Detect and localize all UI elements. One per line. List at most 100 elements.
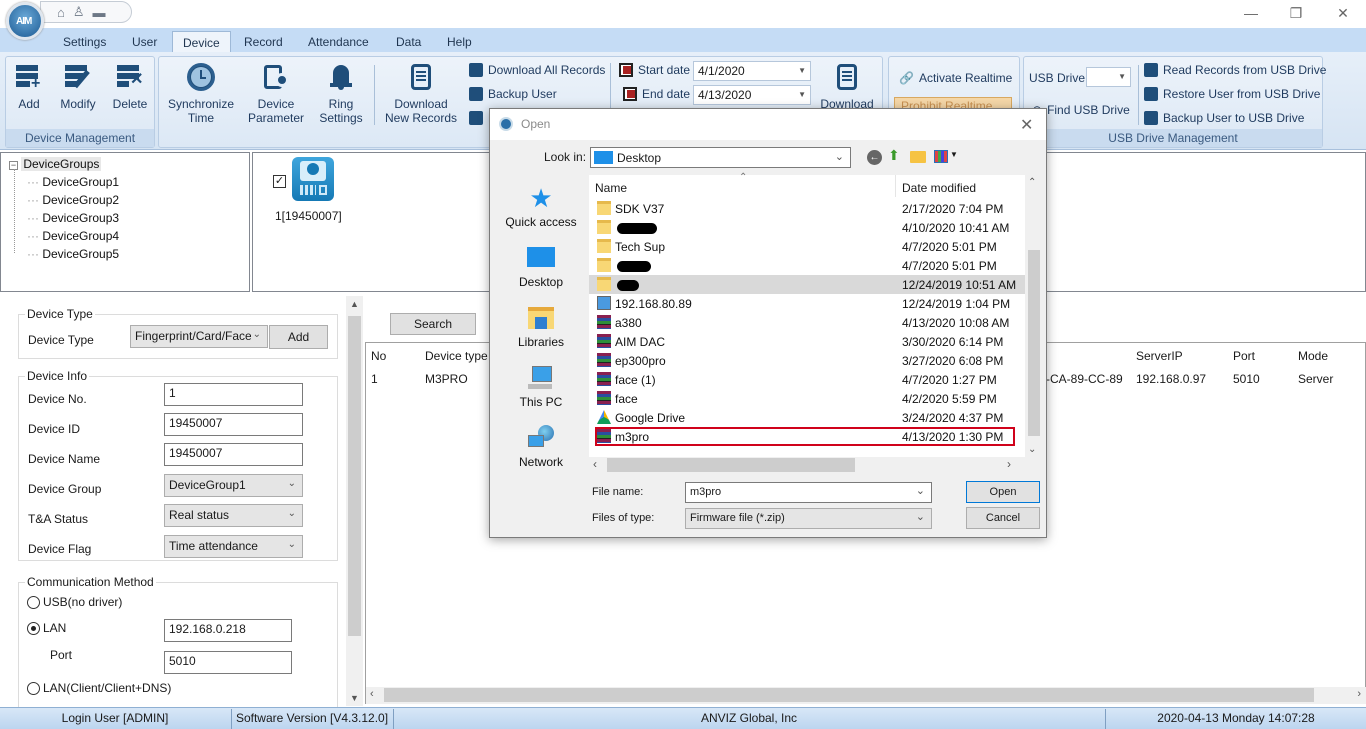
column-server-ip[interactable]: ServerIP (1136, 349, 1183, 363)
scroll-down-icon[interactable]: ⌄ (1028, 444, 1036, 455)
search-button[interactable]: Search (390, 313, 476, 335)
place-desktop[interactable]: Desktop (501, 245, 581, 289)
table-cell-mode[interactable]: Server (1298, 372, 1333, 386)
form-scroll-thumb[interactable] (348, 316, 361, 636)
file-row[interactable]: face 4/2/2020 5:59 PM (589, 389, 1025, 408)
dropdown-icon[interactable]: ▬ (93, 5, 106, 20)
add-button[interactable]: + Add (12, 63, 46, 111)
table-cell-server-ip[interactable]: 192.168.0.97 (1136, 372, 1206, 386)
cancel-button[interactable]: Cancel (966, 507, 1040, 529)
tree-item-devicegroup4[interactable]: ··· DeviceGroup4 (27, 229, 119, 243)
open-button[interactable]: Open (966, 481, 1040, 503)
file-row[interactable]: m3pro 4/13/2020 1:30 PM (595, 427, 1015, 446)
table-cell-port[interactable]: 5010 (1233, 372, 1260, 386)
file-row[interactable]: 192.168.80.89 12/24/2019 1:04 PM (589, 294, 1025, 313)
file-list-vscroll-thumb[interactable] (1028, 250, 1040, 436)
file-row[interactable]: Tech Sup 4/7/2020 5:01 PM (589, 237, 1025, 256)
ring-settings-button[interactable]: Ring Settings (315, 63, 367, 125)
dialog-close-button[interactable]: ✕ (1020, 115, 1033, 135)
backup-user-usb-button[interactable]: Backup User to USB Drive (1144, 111, 1304, 125)
end-date-picker[interactable]: 4/13/2020 ▼ (693, 85, 811, 105)
device-terminal-icon[interactable] (292, 157, 334, 201)
file-row[interactable]: ep300pro 3/27/2020 6:08 PM (589, 351, 1025, 370)
file-row[interactable]: 4/7/2020 5:01 PM (589, 256, 1025, 275)
file-row[interactable]: a380 4/13/2020 10:08 AM (589, 313, 1025, 332)
tree-item-devicegroup1[interactable]: ··· DeviceGroup1 (27, 175, 119, 189)
device-label[interactable]: 1[19450007] (275, 209, 342, 223)
new-folder-icon[interactable] (910, 151, 926, 163)
app-logo[interactable]: AIM (6, 2, 44, 40)
column-date-modified[interactable]: Date modified (902, 181, 976, 195)
column-mode[interactable]: Mode (1298, 349, 1328, 363)
up-folder-icon[interactable]: ⬆ (888, 147, 900, 164)
device-parameter-button[interactable]: Device Parameter (243, 63, 309, 125)
device-checkbox[interactable]: ✓ (273, 175, 286, 188)
tab-help[interactable]: Help (443, 31, 476, 53)
home-icon[interactable]: ⌂ (57, 5, 65, 20)
download-new-records-button[interactable]: Download New Records (383, 63, 459, 125)
tree-item-devicegroup2[interactable]: ··· DeviceGroup2 (27, 193, 119, 207)
look-in-select[interactable]: Desktop ⌄ (590, 147, 851, 168)
back-icon[interactable]: ← (867, 150, 882, 165)
usb-drive-select[interactable]: ▼ (1086, 67, 1131, 87)
tree-item-devicegroup5[interactable]: ··· DeviceGroup5 (27, 247, 119, 261)
table-cell-no[interactable]: 1 (371, 372, 378, 386)
place-quick-access[interactable]: ★ Quick access (501, 185, 581, 229)
download-button[interactable]: Download (817, 63, 877, 111)
file-row[interactable]: Google Drive 3/24/2020 4:37 PM (589, 408, 1025, 427)
download-all-records-button[interactable]: Download All Records (469, 63, 605, 77)
synchronize-time-button[interactable]: Synchronize Time (165, 63, 237, 125)
tab-attendance[interactable]: Attendance (304, 31, 373, 53)
column-device-type[interactable]: Device type (425, 349, 488, 363)
scroll-up-icon[interactable]: ⌃ (1028, 177, 1036, 188)
lan-client-radio[interactable] (27, 682, 40, 695)
activate-realtime-button[interactable]: 🔗 Activate Realtime (899, 71, 1012, 85)
view-menu-icon[interactable]: ▼ (934, 150, 958, 164)
tab-settings[interactable]: Settings (59, 31, 110, 53)
column-no[interactable]: No (371, 349, 386, 363)
minimize-button[interactable]: — (1236, 4, 1266, 22)
ta-status-select[interactable]: Real status ⌄ (164, 504, 303, 527)
place-libraries[interactable]: Libraries (501, 305, 581, 349)
scroll-up-icon[interactable]: ▲ (350, 299, 359, 309)
tree-root[interactable]: − DeviceGroups (9, 157, 102, 171)
close-button[interactable]: ✕ (1328, 4, 1358, 22)
scroll-right-icon[interactable]: › (1357, 688, 1361, 700)
tab-record[interactable]: Record (240, 31, 287, 53)
file-row[interactable]: 12/24/2019 10:51 AM (589, 275, 1025, 294)
file-type-select[interactable]: Firmware file (*.zip) ⌄ (685, 508, 932, 529)
lan-ip-input[interactable]: 192.168.0.218 (164, 619, 292, 642)
place-network[interactable]: Network (501, 425, 581, 469)
scroll-left-icon[interactable]: ‹ (370, 688, 374, 700)
file-row[interactable]: 4/10/2020 10:41 AM (589, 218, 1025, 237)
column-name[interactable]: Name (595, 181, 627, 195)
add-device-type-button[interactable]: Add (269, 325, 328, 349)
file-list-hscroll-thumb[interactable] (607, 458, 855, 472)
device-type-select[interactable]: Fingerprint/Card/Face ⌄ (130, 325, 268, 348)
device-name-input[interactable]: 19450007 (164, 443, 303, 466)
restore-user-usb-button[interactable]: Restore User from USB Drive (1144, 87, 1320, 101)
device-no-input[interactable]: 1 (164, 383, 303, 406)
tab-device[interactable]: Device (172, 31, 231, 53)
table-cell-device-type[interactable]: M3PRO (425, 372, 468, 386)
modify-button[interactable]: Modify (56, 63, 100, 111)
read-records-usb-button[interactable]: Read Records from USB Drive (1144, 63, 1326, 77)
restore-button[interactable]: ❐ (1281, 4, 1311, 22)
lan-radio[interactable] (27, 622, 40, 635)
file-name-input[interactable]: m3pro ⌄ (685, 482, 932, 503)
file-row[interactable]: face (1) 4/7/2020 1:27 PM (589, 370, 1025, 389)
usb-radio[interactable] (27, 596, 40, 609)
file-row[interactable]: AIM DAC 3/30/2020 6:14 PM (589, 332, 1025, 351)
place-this-pc[interactable]: This PC (501, 365, 581, 409)
device-id-input[interactable]: 19450007 (164, 413, 303, 436)
port-input[interactable]: 5010 (164, 651, 292, 674)
device-flag-select[interactable]: Time attendance ⌄ (164, 535, 303, 558)
column-port[interactable]: Port (1233, 349, 1255, 363)
start-date-picker[interactable]: 4/1/2020 ▼ (693, 61, 811, 81)
scroll-right-icon[interactable]: › (1007, 457, 1011, 471)
backup-user-button[interactable]: Backup User (469, 87, 557, 101)
tree-item-devicegroup3[interactable]: ··· DeviceGroup3 (27, 211, 119, 225)
tab-user[interactable]: User (128, 31, 161, 53)
delete-button[interactable]: ✕ Delete (110, 63, 150, 111)
scroll-down-icon[interactable]: ▼ (350, 693, 359, 703)
